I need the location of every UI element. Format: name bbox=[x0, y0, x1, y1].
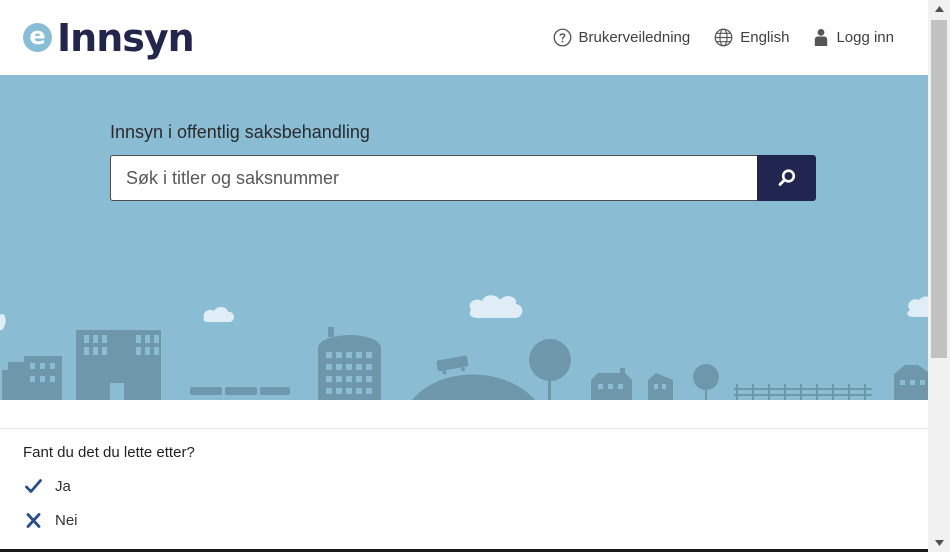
help-circle-icon bbox=[553, 28, 571, 47]
user-icon bbox=[815, 28, 828, 47]
x-icon bbox=[26, 513, 41, 528]
language-link[interactable]: English bbox=[714, 28, 789, 47]
scroll-up-button[interactable] bbox=[928, 0, 950, 18]
search-form bbox=[110, 155, 816, 201]
search-input[interactable] bbox=[110, 155, 757, 201]
logo-link[interactable]: e Innsyn bbox=[23, 15, 195, 60]
logo-text: Innsyn bbox=[57, 15, 195, 60]
city-skyline-illustration bbox=[0, 295, 928, 400]
scroll-up-arrow-icon bbox=[934, 6, 944, 12]
language-link-label: English bbox=[740, 29, 790, 46]
scroll-down-arrow-icon bbox=[934, 540, 944, 546]
top-nav: Brukerveiledning English Logg inn bbox=[553, 28, 894, 47]
login-link-label: Logg inn bbox=[836, 29, 894, 46]
check-icon bbox=[25, 479, 42, 493]
globe-icon bbox=[714, 28, 733, 47]
feedback-question: Fant du det du lette etter? bbox=[23, 444, 195, 461]
feedback-yes-label: Ja bbox=[55, 478, 71, 495]
feedback-yes-button[interactable]: Ja bbox=[25, 478, 71, 495]
feedback-no-label: Nei bbox=[55, 512, 78, 529]
search-button[interactable] bbox=[757, 155, 816, 201]
scroll-thumb[interactable] bbox=[931, 20, 947, 358]
login-link[interactable]: Logg inn bbox=[813, 28, 894, 47]
help-link[interactable]: Brukerveiledning bbox=[553, 28, 691, 47]
search-icon bbox=[778, 169, 795, 186]
page-scrollbar[interactable] bbox=[928, 0, 950, 552]
scroll-down-button[interactable] bbox=[928, 534, 950, 552]
hero-search-section: Innsyn i offentlig saksbehandling bbox=[0, 75, 928, 400]
help-link-label: Brukerveiledning bbox=[578, 29, 691, 46]
logo-e-icon: e bbox=[23, 23, 52, 52]
feedback-no-button[interactable]: Nei bbox=[25, 512, 78, 529]
section-divider bbox=[0, 428, 928, 429]
hero-title: Innsyn i offentlig saksbehandling bbox=[110, 122, 370, 142]
site-header: e Innsyn Brukerveiledning English Logg i… bbox=[0, 0, 928, 75]
